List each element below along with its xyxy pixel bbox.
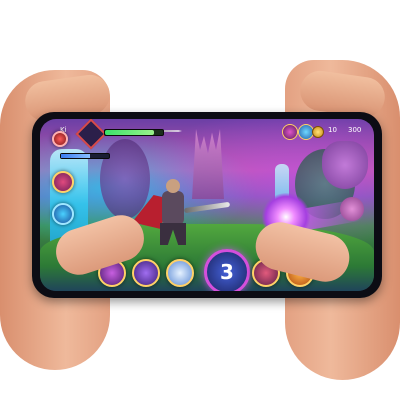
hero-sword bbox=[183, 201, 231, 214]
health-bar bbox=[104, 129, 164, 136]
alert-button[interactable] bbox=[52, 131, 68, 147]
hero-body bbox=[162, 191, 184, 225]
shield-skill-icon[interactable] bbox=[132, 259, 160, 287]
gold-amount: 10 bbox=[328, 126, 337, 134]
mana-bar-fill bbox=[61, 154, 90, 158]
mana-bar bbox=[60, 153, 110, 159]
coin-icon bbox=[312, 126, 324, 138]
score-text: 300 bbox=[348, 126, 362, 134]
buff-icon bbox=[282, 124, 298, 140]
health-bar-fill bbox=[105, 130, 155, 135]
ice-skill-icon[interactable] bbox=[166, 259, 194, 287]
ultimate-skill-button[interactable]: 3 bbox=[204, 249, 250, 291]
hero-head bbox=[166, 179, 180, 193]
potion-button[interactable] bbox=[52, 171, 74, 193]
hero-legs bbox=[160, 223, 186, 245]
enemy-creature-small[interactable] bbox=[340, 197, 364, 221]
sword-icon bbox=[164, 130, 182, 132]
enemy-creature[interactable] bbox=[322, 141, 368, 189]
ultimate-counter: 3 bbox=[220, 260, 234, 284]
hero-portrait-icon[interactable] bbox=[75, 119, 107, 150]
move-button[interactable] bbox=[52, 203, 74, 225]
